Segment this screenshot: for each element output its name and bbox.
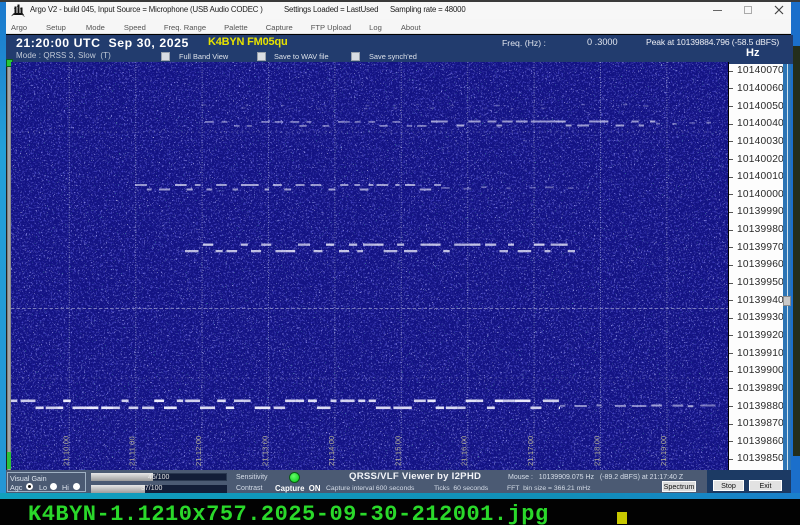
svg-text:21:15:00: 21:15:00 [393, 436, 402, 466]
svg-text:21:14:00: 21:14:00 [327, 436, 336, 466]
svg-text:21:11:00: 21:11:00 [128, 436, 137, 466]
svg-text:21:16:00: 21:16:00 [460, 436, 469, 466]
svg-text:21:18:00: 21:18:00 [593, 436, 602, 466]
svg-text:21:13:00: 21:13:00 [261, 436, 270, 466]
svg-text:21:12:00: 21:12:00 [194, 436, 203, 466]
svg-text:21:19:00: 21:19:00 [659, 436, 668, 466]
svg-text:21:17:00: 21:17:00 [526, 436, 535, 466]
svg-text:21:10:00: 21:10:00 [61, 436, 70, 466]
